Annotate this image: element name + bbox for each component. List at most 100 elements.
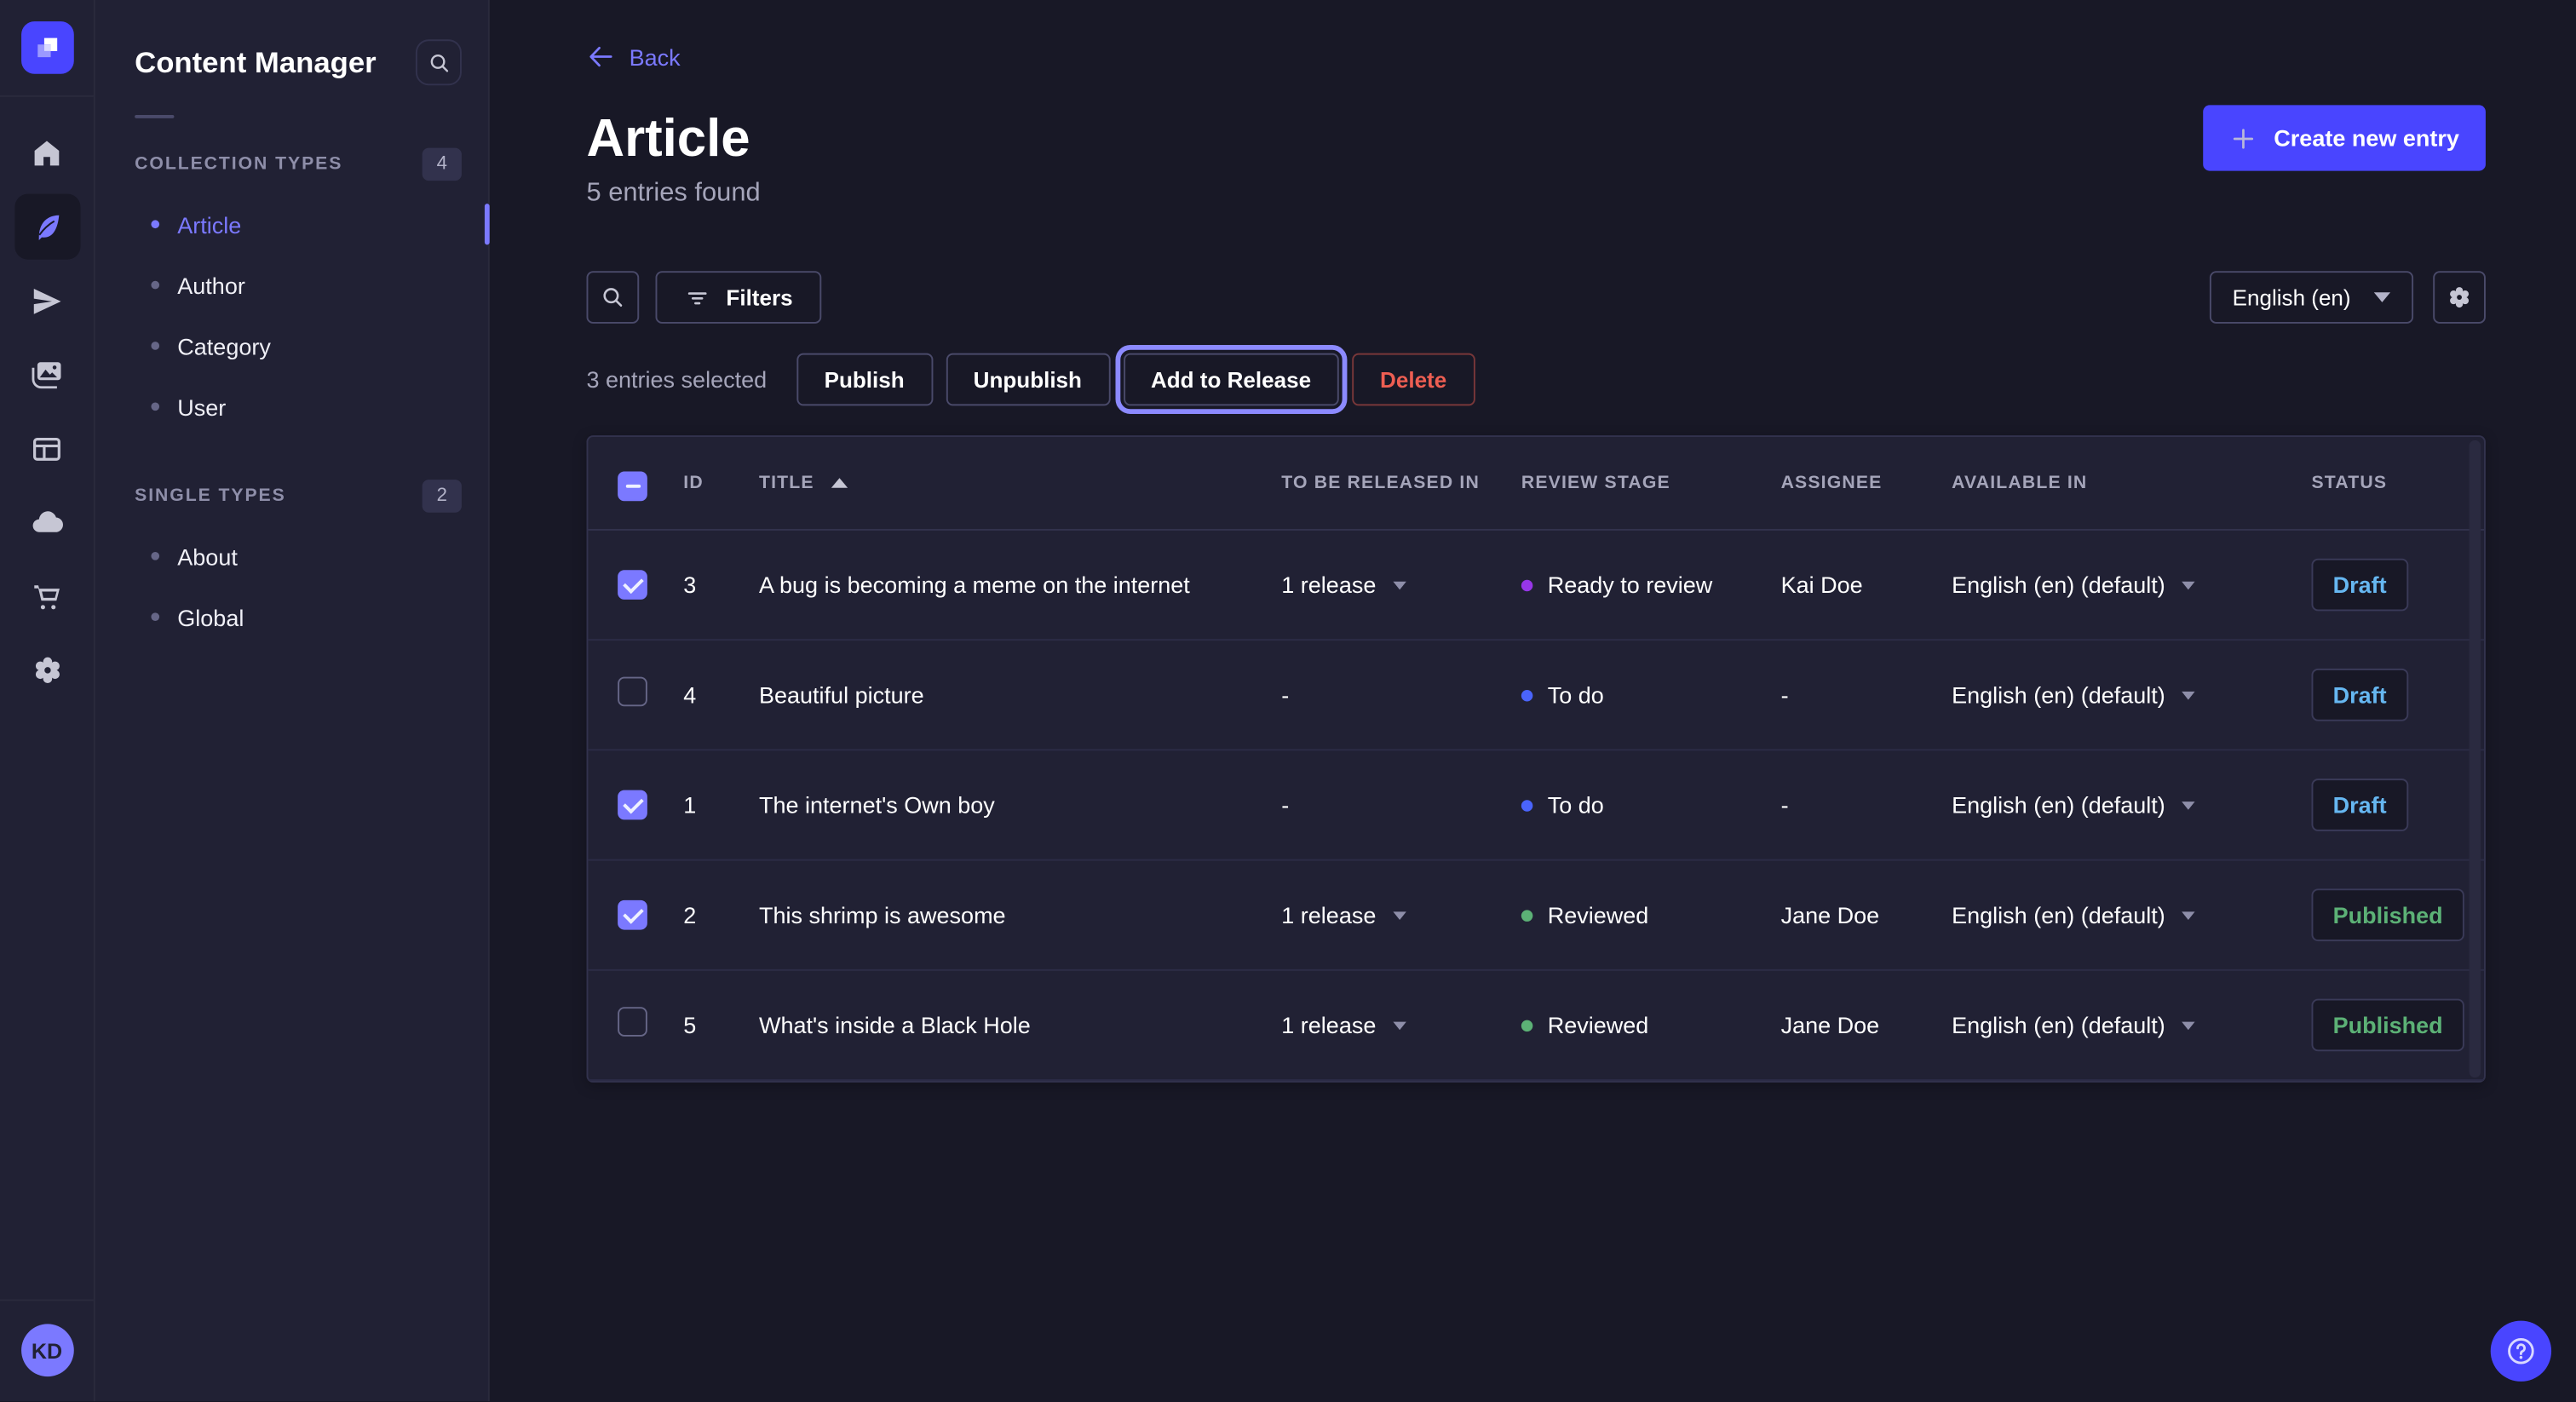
table-row[interactable]: 4 Beautiful picture - To do - English (e… [588, 641, 2483, 750]
cell-review-stage: To do [1521, 792, 1781, 819]
sidebar-item-user[interactable]: User [95, 376, 488, 437]
chevron-down-icon [2182, 911, 2194, 919]
stage-dot-icon [1521, 799, 1533, 811]
column-header-id[interactable]: ID [683, 473, 759, 492]
home-icon[interactable] [14, 120, 79, 186]
row-checkbox[interactable] [618, 1006, 647, 1036]
paper-plane-icon[interactable] [14, 267, 79, 333]
feather-icon[interactable] [14, 194, 79, 260]
locales-dropdown[interactable]: English (en) (default) [1952, 792, 2194, 819]
chevron-down-icon [2182, 581, 2194, 589]
locales-dropdown[interactable]: English (en) (default) [1952, 902, 2194, 928]
cloud-icon[interactable] [14, 490, 79, 555]
unpublish-button[interactable]: Unpublish [946, 353, 1110, 406]
sidebar-item-category[interactable]: Category [95, 315, 488, 376]
column-header-stage[interactable]: REVIEW STAGE [1521, 473, 1781, 492]
user-avatar[interactable]: KD [20, 1324, 73, 1376]
help-button[interactable] [2491, 1321, 2551, 1382]
selection-summary: 3 entries selected [586, 366, 767, 393]
layout-icon[interactable] [14, 416, 79, 481]
publish-button[interactable]: Publish [796, 353, 933, 406]
row-checkbox[interactable] [618, 900, 647, 930]
delete-button[interactable]: Delete [1352, 353, 1475, 406]
arrow-left-icon [586, 43, 614, 71]
toolbar: Filters English (en) [586, 271, 2485, 324]
selection-actions: 3 entries selected Publish Unpublish Add… [586, 353, 2485, 406]
release-dropdown[interactable]: - [1281, 681, 1289, 708]
strapi-logo-icon [31, 32, 64, 65]
cell-assignee: Kai Doe [1781, 572, 1952, 598]
plus-icon [2229, 124, 2257, 152]
release-dropdown[interactable]: 1 release [1281, 902, 1406, 928]
back-link[interactable]: Back [586, 43, 680, 71]
media-images-icon[interactable] [14, 342, 79, 407]
status-badge: Published [2311, 888, 2464, 941]
locale-select[interactable]: English (en) [2210, 271, 2413, 324]
search-entries-button[interactable] [586, 271, 639, 324]
rail-divider [0, 95, 94, 97]
strapi-logo[interactable] [20, 21, 73, 74]
add-to-release-button[interactable]: Add to Release [1123, 353, 1339, 406]
cell-title: What's inside a Black Hole [759, 1012, 1281, 1038]
row-checkbox[interactable] [618, 676, 647, 706]
cell-id: 1 [683, 792, 759, 819]
rail-divider-bottom [0, 1299, 94, 1301]
column-header-release[interactable]: TO BE RELEASED IN [1281, 473, 1521, 492]
sidebar-item-label: Global [177, 604, 244, 630]
bullet-icon [151, 281, 159, 290]
locales-dropdown[interactable]: English (en) (default) [1952, 1012, 2194, 1038]
gear-icon [2445, 283, 2475, 313]
bullet-icon [151, 552, 159, 560]
table-row[interactable]: 3 A bug is becoming a meme on the intern… [588, 531, 2483, 641]
entries-count: 5 entries found [586, 179, 2485, 209]
table-row[interactable]: 5 What's inside a Black Hole 1 release R… [588, 971, 2483, 1081]
sidebar-item-global[interactable]: Global [95, 586, 488, 646]
table-scrollbar[interactable] [2469, 440, 2481, 1077]
sidebar-item-article[interactable]: Article [95, 194, 488, 255]
cell-id: 2 [683, 902, 759, 928]
rail-nav [14, 120, 79, 704]
table-row[interactable]: 2 This shrimp is awesome 1 release Revie… [588, 861, 2483, 971]
locales-dropdown[interactable]: English (en) (default) [1952, 681, 2194, 708]
cell-review-stage: Ready to review [1521, 572, 1781, 598]
main-content: Back Article Create new entry 5 entries … [490, 0, 2576, 1401]
rail-bottom: KD [0, 1299, 94, 1401]
release-dropdown[interactable]: - [1281, 792, 1289, 819]
shopping-cart-icon[interactable] [14, 563, 79, 629]
create-new-entry-button[interactable]: Create new entry [2203, 105, 2485, 170]
filters-button[interactable]: Filters [655, 271, 820, 324]
cell-title: The internet's Own boy [759, 792, 1281, 819]
gear-icon[interactable] [14, 637, 79, 703]
locales-dropdown[interactable]: English (en) (default) [1952, 572, 2194, 598]
column-header-assignee[interactable]: ASSIGNEE [1781, 473, 1952, 492]
stage-dot-icon [1521, 1020, 1533, 1031]
column-header-status[interactable]: STATUS [2311, 473, 2464, 492]
column-header-available[interactable]: AVAILABLE IN [1952, 473, 2311, 492]
sidebar-item-about[interactable]: About [95, 526, 488, 586]
chevron-down-icon [1393, 1021, 1406, 1030]
status-badge: Published [2311, 999, 2464, 1052]
release-dropdown[interactable]: 1 release [1281, 1012, 1406, 1038]
row-checkbox[interactable] [618, 790, 647, 820]
sidebar-item-author[interactable]: Author [95, 255, 488, 315]
sidebar-item-label: Author [177, 272, 245, 298]
stage-dot-icon [1521, 579, 1533, 591]
cell-id: 5 [683, 1012, 759, 1038]
content-manager-sidebar: Content Manager COLLECTION TYPES 4 Artic… [95, 0, 490, 1401]
bullet-icon [151, 220, 159, 228]
row-checkbox[interactable] [618, 571, 647, 600]
view-settings-button[interactable] [2433, 271, 2486, 324]
bullet-icon [151, 342, 159, 350]
column-header-title[interactable]: TITLE [759, 473, 1281, 492]
status-badge: Draft [2311, 559, 2407, 612]
strapi-app: KD Content Manager COLLECTION TYPES 4 Ar… [0, 0, 2576, 1401]
sidebar-item-label: Category [177, 333, 271, 359]
cell-review-stage: Reviewed [1521, 1012, 1781, 1038]
select-all-checkbox[interactable] [618, 471, 647, 501]
release-dropdown[interactable]: 1 release [1281, 572, 1406, 598]
create-new-entry-label: Create new entry [2274, 125, 2459, 152]
subnav-search-button[interactable] [416, 39, 462, 85]
table-row[interactable]: 1 The internet's Own boy - To do - Engli… [588, 750, 2483, 860]
search-icon [600, 284, 626, 311]
locale-value: English (en) [2233, 285, 2351, 310]
